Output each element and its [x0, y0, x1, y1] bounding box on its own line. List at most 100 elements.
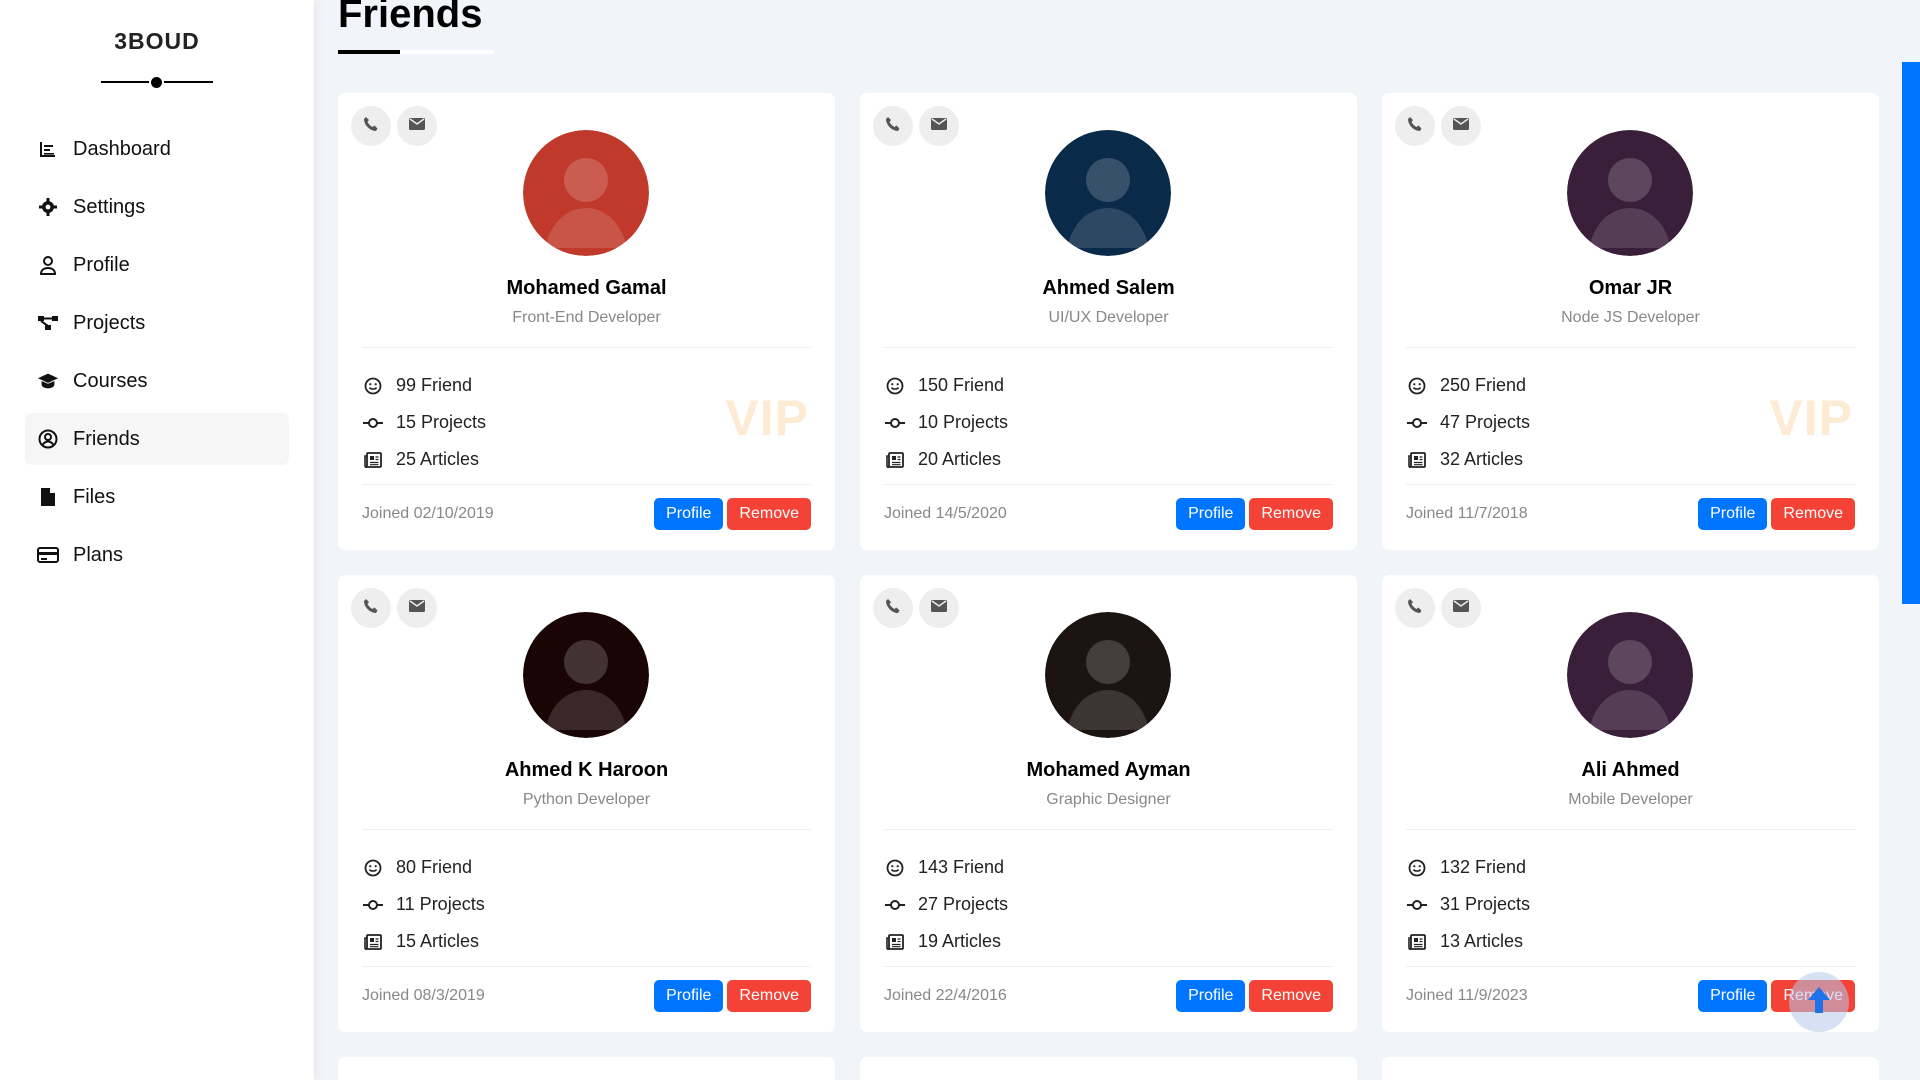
graduation-cap-icon [37, 370, 59, 392]
articles-count: 19 Articles [885, 923, 1008, 960]
sidebar-item-dashboard[interactable]: Dashboard [25, 123, 289, 175]
phone-icon [363, 598, 379, 619]
friend-name: Mohamed Ayman [1026, 759, 1191, 781]
contact-buttons [351, 588, 437, 628]
phone-button[interactable] [873, 106, 913, 146]
contact-buttons [1395, 106, 1481, 146]
joined-date: Joined 02/10/2019 [362, 505, 494, 522]
phone-button[interactable] [351, 588, 391, 628]
phone-button[interactable] [1395, 106, 1435, 146]
avatar [523, 612, 649, 738]
divider [884, 966, 1333, 967]
card-actions: Profile Remove [654, 980, 811, 1012]
friends-grid: Mohamed Gamal Front-End Developer 99 Fri… [338, 93, 1879, 1080]
phone-icon [1407, 116, 1423, 137]
sidebar-item-courses[interactable]: Courses [25, 355, 289, 407]
scrollbar-thumb[interactable] [1902, 62, 1920, 604]
brand-decoration [101, 75, 213, 90]
divider [884, 484, 1333, 485]
joined-date: Joined 08/3/2019 [362, 987, 485, 1004]
friends-count: 99 Friend [363, 367, 486, 404]
email-button[interactable] [1441, 106, 1481, 146]
envelope-icon [1453, 599, 1469, 617]
friend-card: Omar JR Node JS Developer 250 Friend 47 … [1382, 93, 1879, 550]
email-button[interactable] [919, 106, 959, 146]
smile-icon [885, 858, 905, 878]
remove-button[interactable]: Remove [1249, 498, 1333, 530]
profile-button[interactable]: Profile [654, 498, 724, 530]
friend-card: Mohamed Gamal Front-End Developer 99 Fri… [338, 93, 835, 550]
friends-count: 143 Friend [885, 849, 1008, 886]
friend-name: Ahmed Salem [1042, 277, 1175, 299]
friend-job-title: Front-End Developer [512, 309, 661, 326]
email-button[interactable] [397, 106, 437, 146]
scroll-to-top-button[interactable] [1789, 972, 1849, 1032]
phone-button[interactable] [351, 106, 391, 146]
chart-icon [37, 138, 59, 160]
friend-card [860, 1057, 1357, 1080]
newspaper-icon [1407, 932, 1427, 952]
sidebar-item-label: Courses [73, 369, 148, 392]
smile-icon [1407, 376, 1427, 396]
phone-button[interactable] [1395, 588, 1435, 628]
brand-logo: 3BOUD [114, 28, 200, 54]
sidebar-item-label: Projects [73, 311, 146, 334]
divider [1406, 966, 1855, 967]
contact-buttons [873, 106, 959, 146]
title-underline [338, 50, 494, 54]
remove-button[interactable]: Remove [727, 498, 811, 530]
sidebar-item-friends[interactable]: Friends [25, 413, 289, 465]
profile-button[interactable]: Profile [654, 980, 724, 1012]
envelope-icon [931, 117, 947, 135]
joined-date: Joined 11/9/2023 [1406, 987, 1528, 1004]
profile-button[interactable]: Profile [1176, 498, 1246, 530]
divider [1406, 484, 1855, 485]
friend-card: Ahmed Salem UI/UX Developer 150 Friend 1… [860, 93, 1357, 550]
joined-date: Joined 22/4/2016 [884, 987, 1007, 1004]
email-button[interactable] [1441, 588, 1481, 628]
friend-stats: 132 Friend 31 Projects 13 Articles [1407, 849, 1530, 960]
friend-job-title: Mobile Developer [1568, 791, 1693, 808]
sidebar-item-settings[interactable]: Settings [25, 181, 289, 233]
smile-icon [363, 376, 383, 396]
card-actions: Profile Remove [654, 498, 811, 530]
remove-button[interactable]: Remove [727, 980, 811, 1012]
friend-job-title: Python Developer [522, 791, 651, 808]
phone-button[interactable] [873, 588, 913, 628]
sidebar-item-label: Plans [73, 543, 124, 566]
envelope-icon [931, 599, 947, 617]
sidebar-item-profile[interactable]: Profile [25, 239, 289, 291]
phone-icon [363, 116, 379, 137]
newspaper-icon [885, 932, 905, 952]
avatar [1045, 130, 1171, 256]
contact-buttons [1395, 588, 1481, 628]
profile-button[interactable]: Profile [1176, 980, 1246, 1012]
friend-name: Ahmed K Haroon [504, 759, 669, 781]
remove-button[interactable]: Remove [1249, 980, 1333, 1012]
sidebar-item-projects[interactable]: Projects [25, 297, 289, 349]
code-commit-icon [363, 895, 383, 915]
diagram-icon [37, 312, 59, 334]
projects-count: 10 Projects [885, 404, 1008, 441]
joined-date: Joined 14/5/2020 [884, 505, 1007, 522]
divider [362, 829, 811, 830]
friend-card: Mohamed Ayman Graphic Designer 143 Frien… [860, 575, 1357, 1032]
envelope-icon [1453, 117, 1469, 135]
user-icon [37, 254, 59, 276]
remove-button[interactable]: Remove [1771, 498, 1855, 530]
newspaper-icon [363, 932, 383, 952]
code-commit-icon [1407, 895, 1427, 915]
sidebar-item-plans[interactable]: Plans [25, 529, 289, 581]
sidebar-item-files[interactable]: Files [25, 471, 289, 523]
newspaper-icon [885, 450, 905, 470]
profile-button[interactable]: Profile [1698, 980, 1768, 1012]
profile-button[interactable]: Profile [1698, 498, 1768, 530]
projects-count: 27 Projects [885, 886, 1008, 923]
smile-icon [1407, 858, 1427, 878]
articles-count: 32 Articles [1407, 441, 1530, 478]
email-button[interactable] [397, 588, 437, 628]
divider [362, 347, 811, 348]
code-commit-icon [1407, 413, 1427, 433]
envelope-icon [409, 117, 425, 135]
email-button[interactable] [919, 588, 959, 628]
